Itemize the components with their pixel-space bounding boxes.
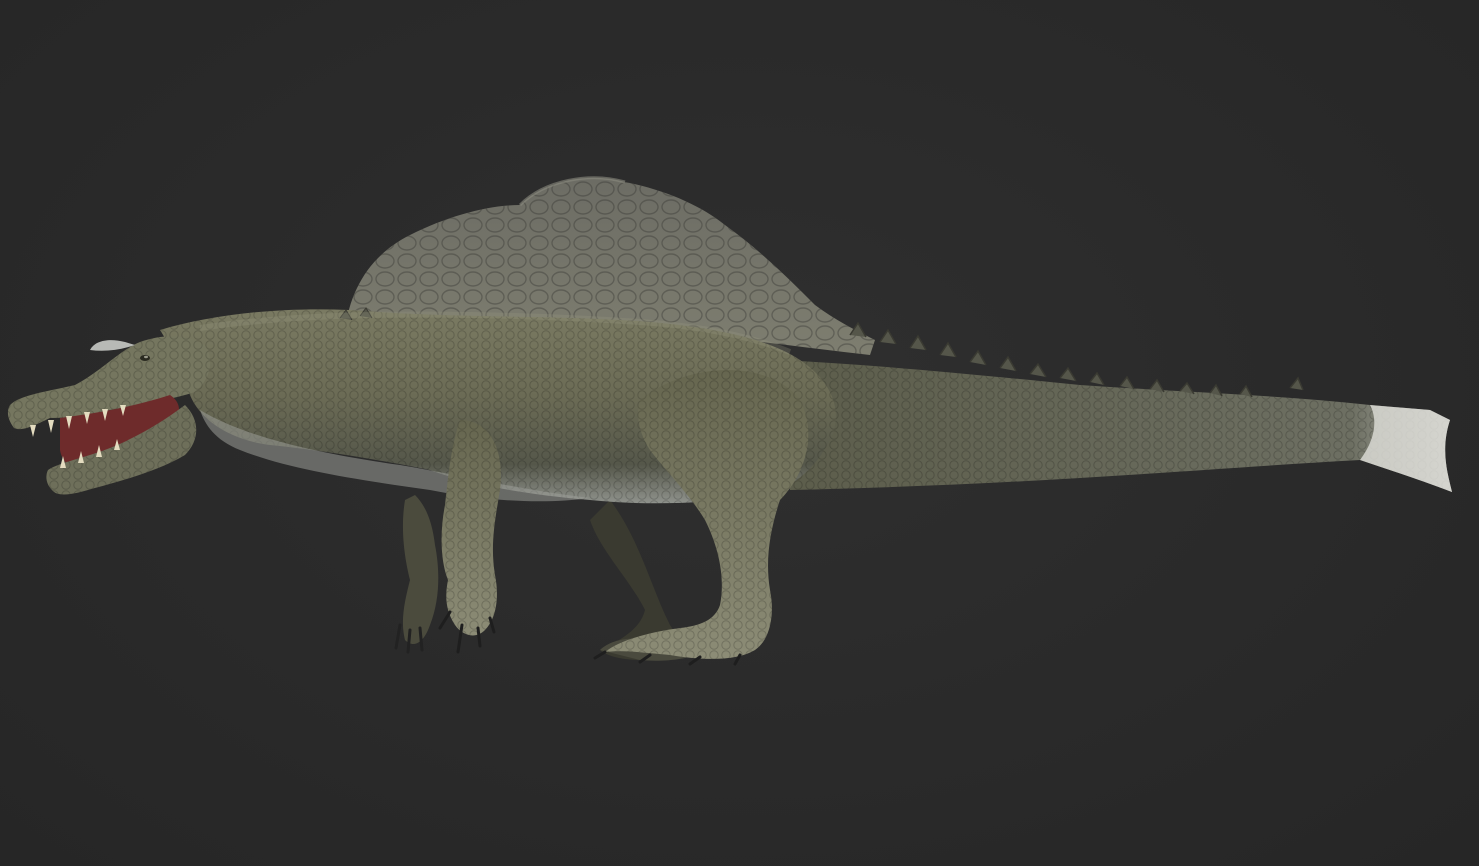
render-viewport — [0, 0, 1479, 866]
tail — [780, 321, 1452, 492]
far-arm — [394, 495, 439, 654]
head — [7, 336, 211, 495]
spinosaurus-model — [7, 176, 1452, 666]
